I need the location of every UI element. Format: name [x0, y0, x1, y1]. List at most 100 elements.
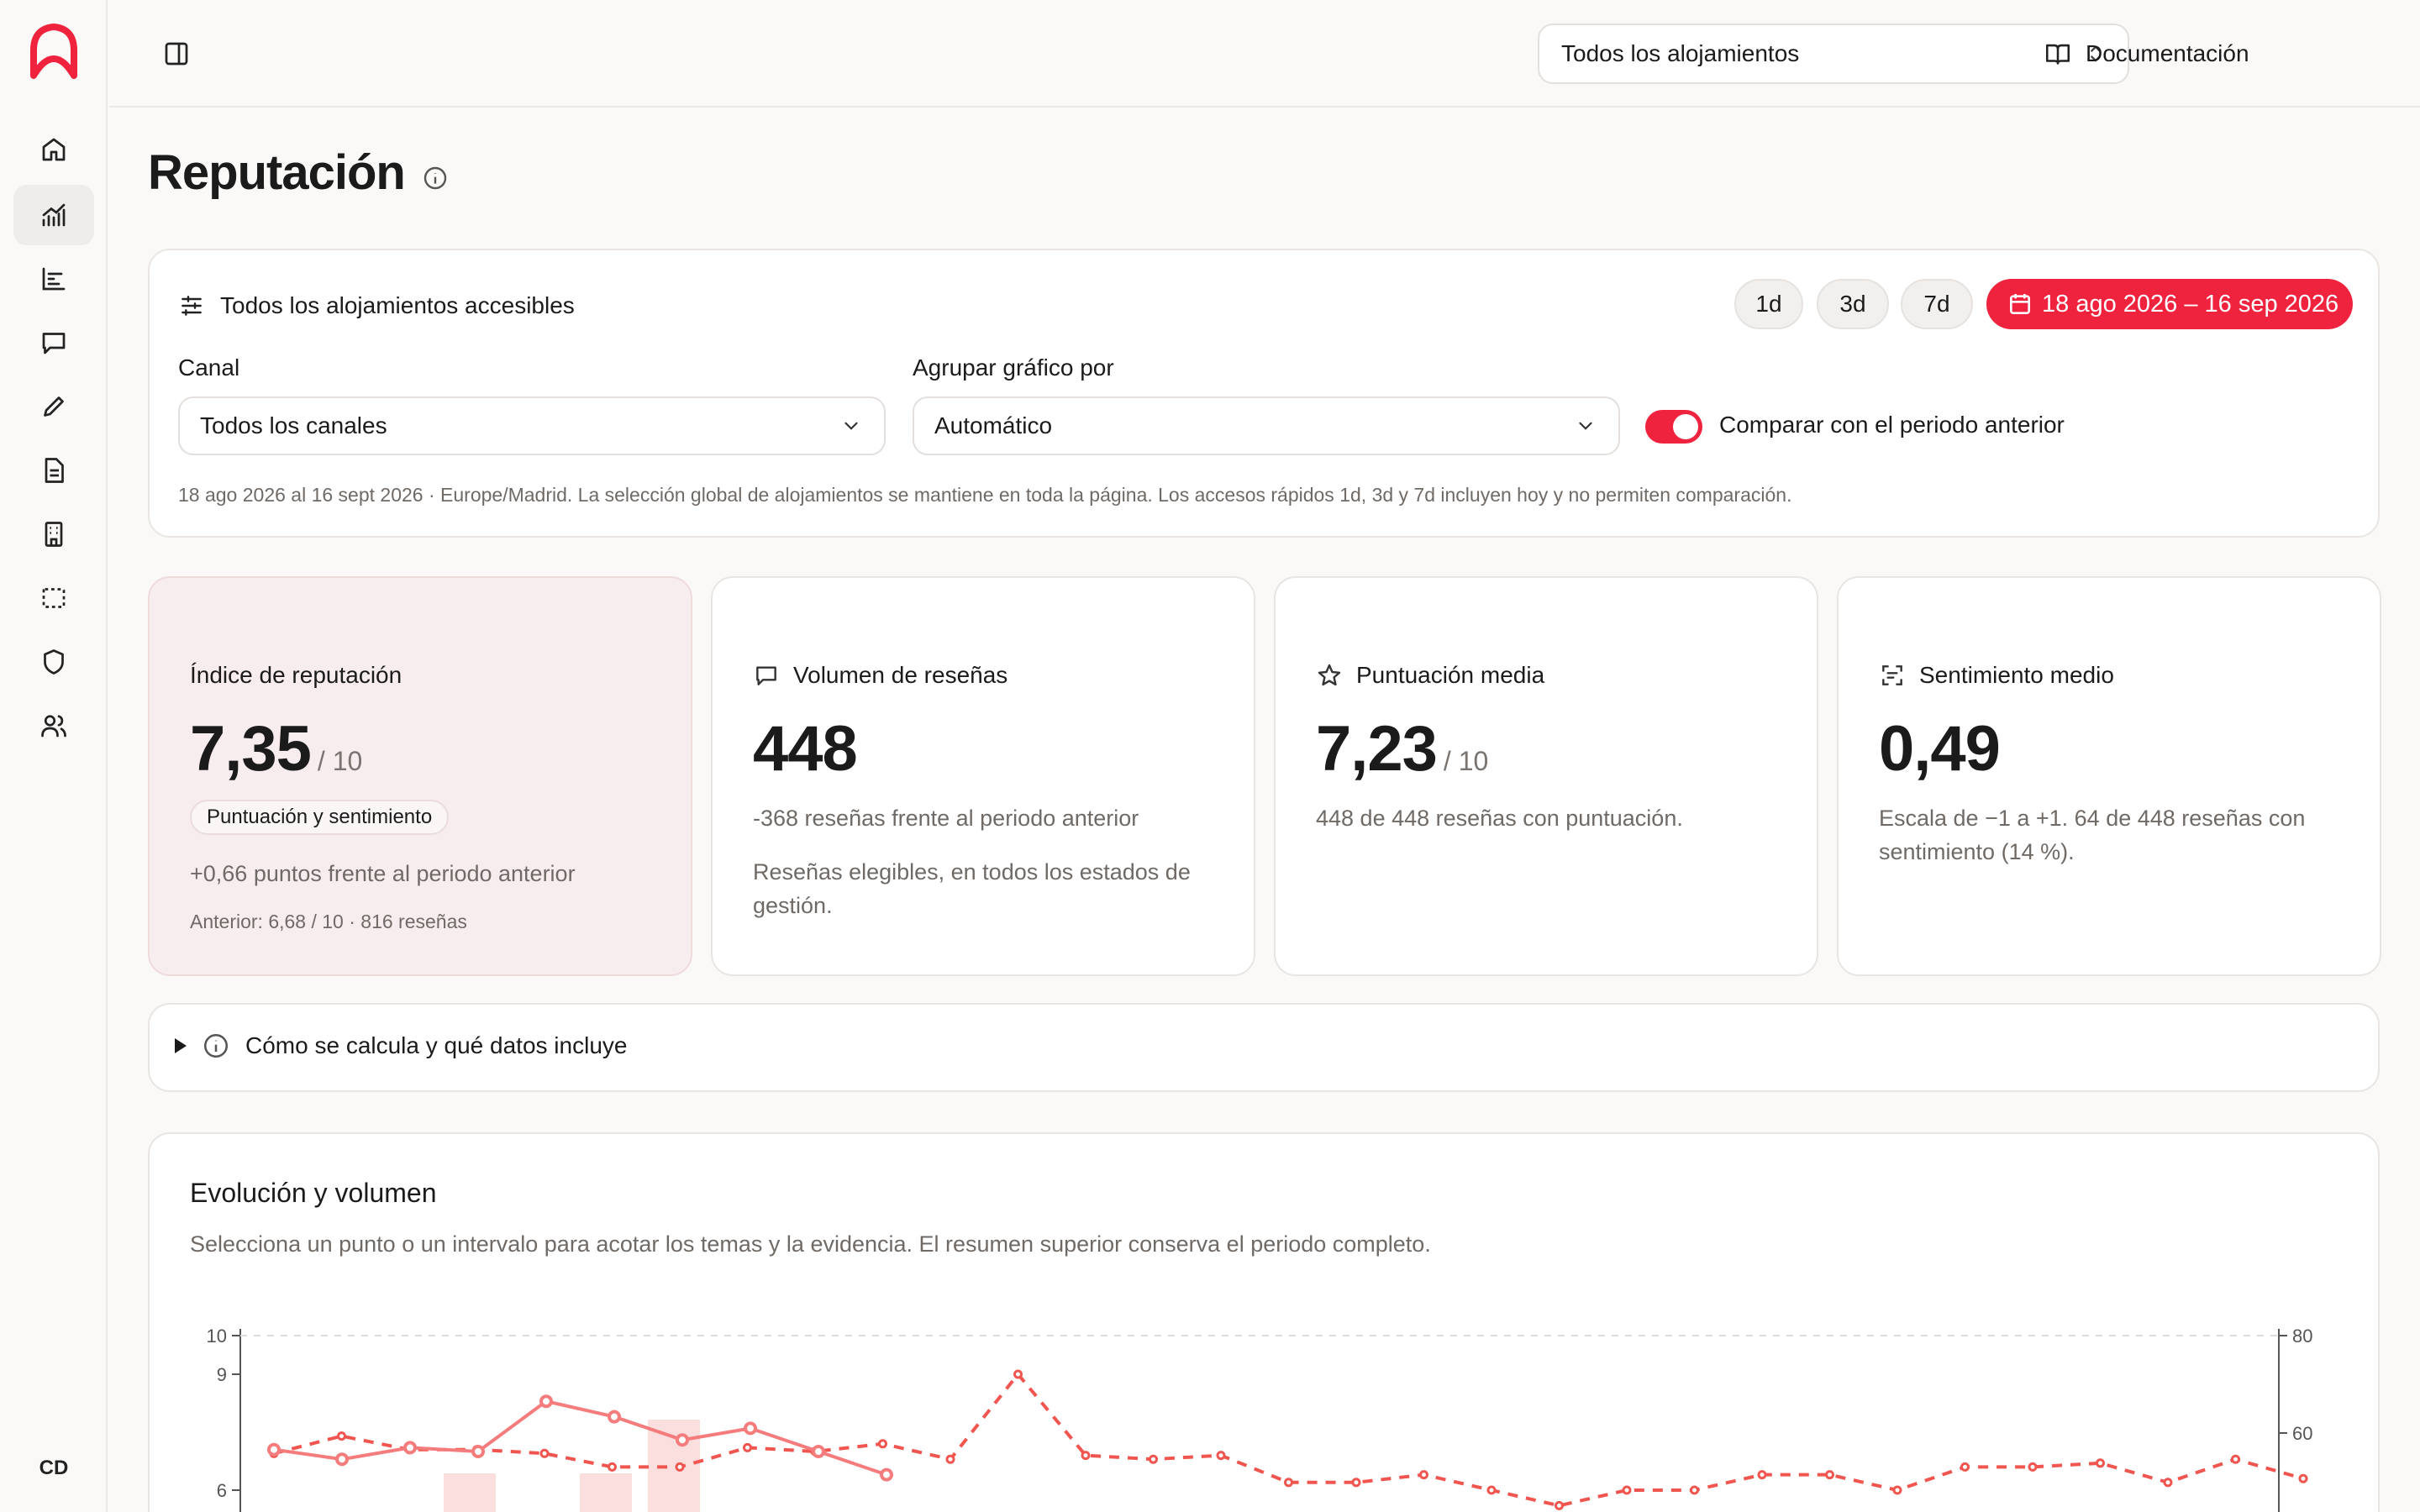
- sidebar-item-selection[interactable]: [13, 568, 94, 628]
- chart-previous-point: [1960, 1462, 1970, 1472]
- sliders-icon: [182, 296, 202, 316]
- shield-icon: [44, 649, 64, 675]
- calculation-details-accordion[interactable]: Cómo se calcula y qué datos incluye: [148, 1003, 2380, 1092]
- chart-previous-point: [1149, 1454, 1158, 1464]
- group-by-label: Agrupar gráfico por: [913, 354, 1114, 381]
- chart-left-tick-label: 6: [217, 1480, 227, 1501]
- kpi-sentiment-head: Sentimiento medio: [1879, 662, 2114, 689]
- filters-scope-label: Todos los alojamientos accesibles: [220, 292, 575, 318]
- sidebar-item-messages[interactable]: [13, 312, 94, 373]
- sidebar-item-charts[interactable]: [13, 249, 94, 309]
- sidebar-item-analytics[interactable]: [13, 185, 94, 245]
- sidebar: CD: [0, 0, 108, 1512]
- chart-current-point: [744, 1421, 757, 1436]
- range-7d-button[interactable]: 7d: [1901, 279, 1973, 329]
- kpi-volume-note: Reseñas elegibles, en todos los estados …: [753, 859, 1191, 918]
- chart-previous-point: [878, 1439, 887, 1449]
- kpi-volume-delta: -368 reseñas frente al periodo anterior: [753, 806, 1139, 831]
- date-range-button[interactable]: 18 ago 2026 – 16 sep 2026: [1986, 279, 2353, 329]
- sidebar-item-users[interactable]: [13, 696, 94, 756]
- chart-volume-bar: [444, 1473, 496, 1512]
- property-select[interactable]: Todos los alojamientos: [1538, 24, 2129, 84]
- chart-current-period-line: [273, 1399, 887, 1477]
- kpi-reputation-unit: / 10: [317, 746, 363, 776]
- kpi-volume-head: Volumen de reseñas: [753, 662, 1007, 689]
- range-1d-button[interactable]: 1d: [1734, 279, 1803, 329]
- sidebar-item-home[interactable]: [13, 119, 94, 180]
- channel-select[interactable]: Todos los canales: [178, 396, 886, 455]
- chart-previous-point: [1825, 1470, 1834, 1480]
- kpi-score-value: 7,23: [1316, 713, 1438, 785]
- chart-previous-point: [675, 1462, 685, 1472]
- pencil-icon: [44, 396, 64, 417]
- analytics-icon: [42, 203, 66, 227]
- home-icon: [42, 138, 66, 161]
- calendar-icon: [2010, 294, 2030, 314]
- chart-previous-point: [743, 1442, 752, 1452]
- chart-volume-bar: [580, 1473, 632, 1512]
- accordion-label: Cómo se calcula y qué datos incluye: [245, 1032, 628, 1058]
- chart-previous-point: [2096, 1458, 2105, 1468]
- group-by-select-value: Automático: [934, 412, 1053, 438]
- chart-current-point: [608, 1410, 621, 1424]
- accordion-header[interactable]: Cómo se calcula y qué datos incluye: [175, 1032, 627, 1060]
- chart-previous-point: [2231, 1454, 2240, 1464]
- book-icon: [2045, 44, 2070, 65]
- filters-note: 18 ago 2026 al 16 sept 2026 · Europe/Mad…: [178, 484, 1792, 506]
- sidebar-toggle-icon[interactable]: [161, 39, 192, 69]
- chart-previous-point: [1419, 1470, 1428, 1480]
- kpi-card-reputation: Índice de reputación 7,35/ 10 Puntuación…: [148, 576, 692, 976]
- sidebar-item-documents[interactable]: [13, 440, 94, 501]
- chart-previous-point: [337, 1431, 346, 1441]
- page-title: Reputación: [148, 145, 406, 200]
- kpi-score-note: 448 de 448 reseñas con puntuación.: [1316, 806, 1683, 831]
- chevron-down-icon: [844, 422, 858, 430]
- chart-current-point: [880, 1467, 893, 1482]
- chart-previous-point: [1622, 1485, 1632, 1495]
- message-icon: [42, 333, 66, 354]
- kpi-score-value-wrap: 7,23/ 10: [1316, 712, 1488, 785]
- building-icon: [45, 522, 63, 547]
- compare-toggle[interactable]: [1645, 410, 1702, 444]
- chart-current-point: [267, 1442, 281, 1457]
- date-range-label: 18 ago 2026 – 16 sep 2026: [2042, 291, 2339, 318]
- chart-previous-point: [1757, 1470, 1767, 1480]
- bar-chart-icon: [42, 267, 66, 291]
- chart-current-point: [403, 1441, 417, 1455]
- sidebar-item-properties[interactable]: [13, 504, 94, 564]
- sidebar-item-edit[interactable]: [13, 376, 94, 437]
- chart-previous-point: [1690, 1485, 1699, 1495]
- info-icon: [203, 1033, 229, 1058]
- evolution-chart[interactable]: 10 9 6 80 60: [150, 1134, 2378, 1512]
- selection-icon: [42, 588, 66, 608]
- chart-previous-point: [539, 1448, 550, 1458]
- chart-current-point: [812, 1445, 825, 1458]
- kpi-sentiment-note: Escala de −1 a +1. 64 de 448 reseñas con…: [1879, 806, 2306, 864]
- documentation-link[interactable]: Documentación: [2044, 34, 2249, 74]
- filters-panel: Todos los alojamientos accesibles 1d 3d …: [148, 249, 2380, 538]
- chart-right-tick-label: 80: [2292, 1326, 2312, 1347]
- range-3d-button[interactable]: 3d: [1817, 279, 1889, 329]
- brand-logo-icon[interactable]: [25, 22, 82, 82]
- property-select-value: Todos los alojamientos: [1561, 40, 1800, 66]
- users-icon: [41, 715, 66, 738]
- kpi-score-unit: / 10: [1443, 746, 1489, 776]
- sidebar-item-security[interactable]: [13, 632, 94, 692]
- kpi-reputation-delta: +0,66 puntos frente al periodo anterior: [190, 861, 576, 886]
- documentation-label: Documentación: [2086, 40, 2249, 66]
- chart-right-tick-label: 60: [2292, 1423, 2312, 1444]
- chart-previous-point: [1351, 1478, 1361, 1488]
- group-by-select[interactable]: Automático: [913, 396, 1620, 455]
- scan-text-icon: [1882, 665, 1902, 685]
- channel-label: Canal: [178, 354, 240, 381]
- chart-current-point: [676, 1433, 689, 1447]
- chart-previous-point: [1216, 1451, 1226, 1461]
- star-icon: [1318, 664, 1341, 686]
- user-avatar[interactable]: CD: [30, 1452, 77, 1485]
- message-icon: [756, 666, 776, 685]
- caret-right-icon: [175, 1038, 187, 1053]
- kpi-reputation-value: 7,35: [190, 713, 312, 785]
- chart-current-point: [539, 1394, 553, 1409]
- info-icon[interactable]: [422, 165, 449, 192]
- chart-previous-point: [608, 1462, 617, 1472]
